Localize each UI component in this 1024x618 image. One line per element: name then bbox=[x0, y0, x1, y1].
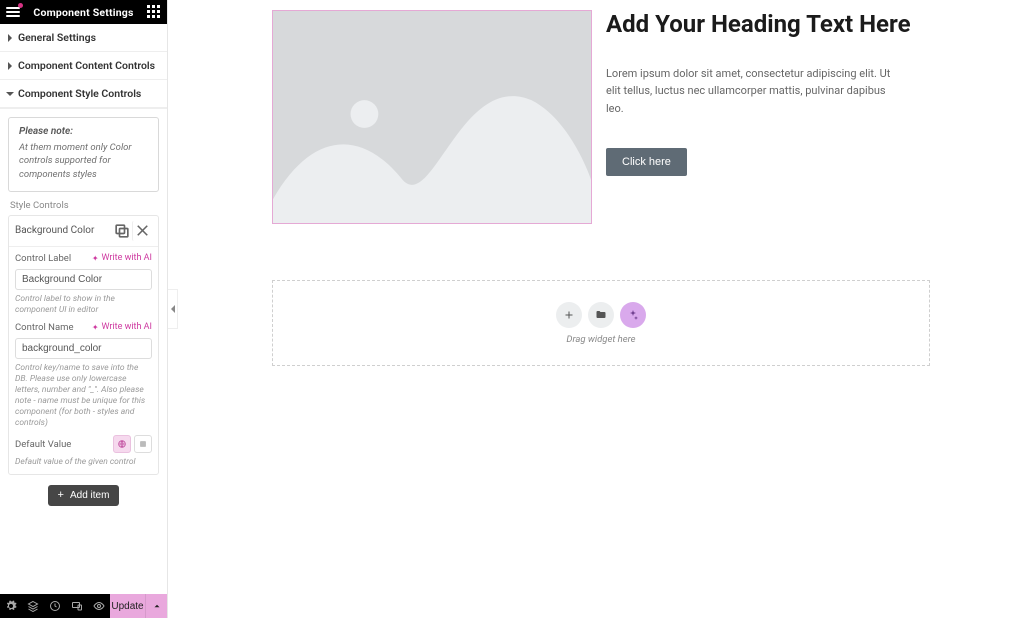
accordion-general-settings[interactable]: General Settings bbox=[0, 24, 167, 52]
panel-body: Control Label Write with AI Control labe… bbox=[9, 247, 158, 474]
color-custom-swatch[interactable] bbox=[134, 435, 152, 453]
field-help: Control key/name to save into the DB. Pl… bbox=[15, 363, 152, 429]
apps-grid-icon[interactable] bbox=[147, 5, 161, 19]
drop-area[interactable]: Drag widget here bbox=[272, 280, 930, 366]
panel-title: Component Settings bbox=[33, 6, 133, 19]
heading-text[interactable]: Add Your Heading Text Here bbox=[606, 10, 911, 39]
accordion-label: Component Content Controls bbox=[18, 59, 155, 72]
add-item-button[interactable]: + Add item bbox=[48, 485, 120, 506]
preview-icon[interactable] bbox=[88, 594, 110, 618]
accordion: General Settings Component Content Contr… bbox=[0, 24, 167, 109]
collapse-handle-icon[interactable] bbox=[168, 289, 178, 329]
field-label: Control Label bbox=[15, 253, 71, 264]
note-text: At them moment only Color controls suppo… bbox=[19, 141, 148, 181]
note-title: Please note: bbox=[19, 126, 148, 137]
panel-head: Background Color bbox=[9, 216, 158, 247]
color-global-swatch[interactable] bbox=[113, 435, 131, 453]
field-help: Control label to show in the component U… bbox=[15, 294, 152, 316]
section-label: Style Controls bbox=[8, 200, 159, 211]
plus-icon: + bbox=[58, 490, 64, 501]
responsive-icon[interactable] bbox=[66, 594, 88, 618]
write-with-ai-link[interactable]: Write with AI bbox=[92, 253, 152, 263]
close-icon[interactable] bbox=[132, 221, 152, 241]
write-with-ai-link[interactable]: Write with AI bbox=[92, 322, 152, 332]
image-placeholder[interactable] bbox=[272, 10, 592, 224]
style-control-panel: Background Color Control Label Write wit… bbox=[8, 215, 159, 475]
field-label: Control Name bbox=[15, 322, 73, 333]
sidebar: Component Settings General Settings Comp… bbox=[0, 0, 168, 618]
settings-icon[interactable] bbox=[0, 594, 22, 618]
component-preview: Add Your Heading Text Here Lorem ipsum d… bbox=[272, 10, 994, 224]
note-box: Please note: At them moment only Color c… bbox=[8, 117, 159, 192]
accordion-style-controls[interactable]: Component Style Controls bbox=[0, 80, 167, 108]
panel-head-title: Background Color bbox=[15, 225, 112, 236]
duplicate-icon[interactable] bbox=[112, 221, 132, 241]
field-help: Default value of the given control bbox=[15, 457, 152, 468]
navigator-icon[interactable] bbox=[22, 594, 44, 618]
field-label: Default Value bbox=[15, 439, 71, 450]
history-icon[interactable] bbox=[44, 594, 66, 618]
accordion-label: General Settings bbox=[18, 31, 96, 44]
chevron-down-icon bbox=[6, 92, 14, 96]
menu-icon[interactable] bbox=[6, 5, 20, 19]
update-button[interactable]: Update bbox=[110, 594, 145, 618]
canvas: Add Your Heading Text Here Lorem ipsum d… bbox=[168, 0, 1024, 618]
content-column: Add Your Heading Text Here Lorem ipsum d… bbox=[606, 10, 911, 176]
accordion-label: Component Style Controls bbox=[18, 87, 141, 100]
accordion-content-controls[interactable]: Component Content Controls bbox=[0, 52, 167, 80]
template-folder-icon[interactable] bbox=[588, 302, 614, 328]
field-default-value: Default Value bbox=[15, 435, 152, 453]
update-options-icon[interactable] bbox=[145, 594, 167, 618]
add-widget-icon[interactable] bbox=[556, 302, 582, 328]
field-control-label: Control Label Write with AI Control labe… bbox=[15, 253, 152, 316]
add-item-label: Add item bbox=[70, 490, 109, 501]
ai-widget-icon[interactable] bbox=[620, 302, 646, 328]
control-name-input[interactable] bbox=[15, 338, 152, 359]
field-control-name: Control Name Write with AI Control key/n… bbox=[15, 322, 152, 429]
sidebar-header: Component Settings bbox=[0, 0, 167, 24]
style-controls-body: Please note: At them moment only Color c… bbox=[0, 109, 167, 514]
sidebar-footer: Update bbox=[0, 594, 167, 618]
cta-button[interactable]: Click here bbox=[606, 148, 687, 176]
chevron-right-icon bbox=[8, 34, 12, 42]
control-label-input[interactable] bbox=[15, 269, 152, 290]
chevron-right-icon bbox=[8, 62, 12, 70]
paragraph-text[interactable]: Lorem ipsum dolor sit amet, consectetur … bbox=[606, 65, 906, 118]
drop-hint-text: Drag widget here bbox=[566, 334, 635, 345]
